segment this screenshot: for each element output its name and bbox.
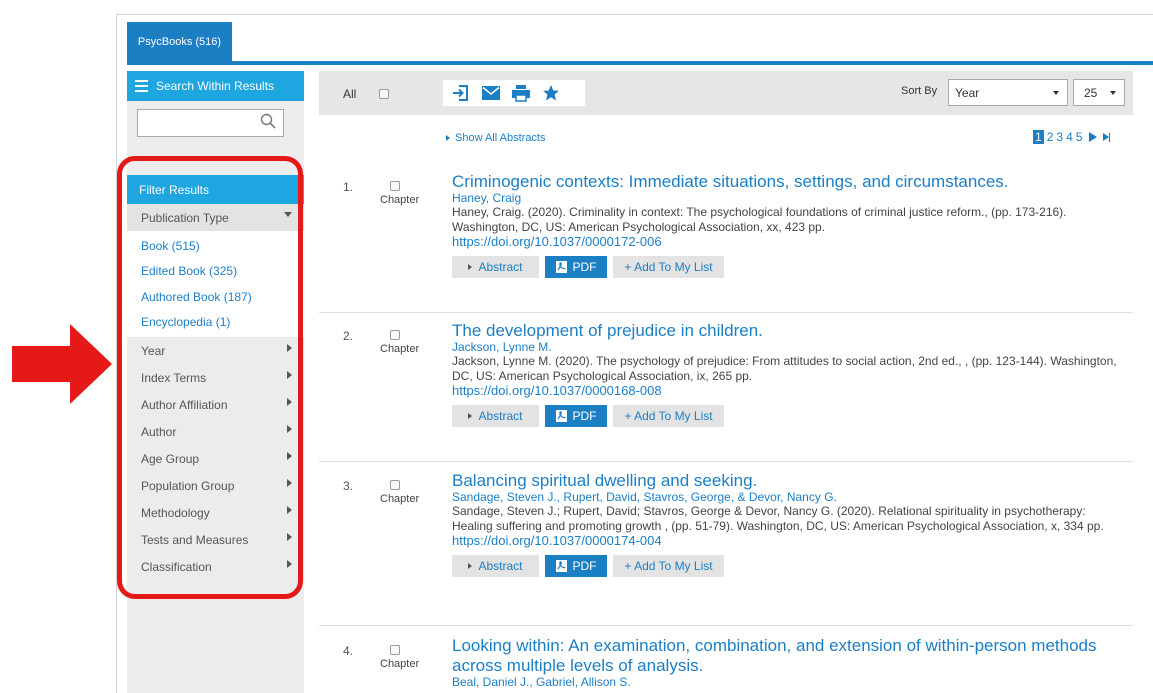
result-item-1: 1. Chapter Criminogenic contexts: Immedi…: [319, 172, 1133, 308]
result-citation: Sandage, Steven J.; Rupert, David; Stavr…: [452, 504, 1104, 533]
abstract-label: Abstract: [478, 260, 523, 274]
abstract-button[interactable]: Abstract: [452, 555, 539, 577]
print-icon[interactable]: [511, 83, 531, 103]
pdf-icon: [555, 560, 567, 572]
result-doi-link[interactable]: https://doi.org/10.1037/0000168-008: [452, 384, 1122, 398]
result-checkbox[interactable]: [390, 645, 400, 655]
tab-underline: [127, 61, 1153, 65]
page-1[interactable]: 1: [1033, 130, 1044, 144]
page-5[interactable]: 5: [1076, 130, 1083, 144]
result-type: Chapter: [380, 194, 420, 206]
result-citation: Haney, Craig. (2020). Criminality in con…: [452, 205, 1067, 234]
result-item-2: 2. Chapter The development of prejudice …: [319, 321, 1133, 457]
result-body: Balancing spiritual dwelling and seeking…: [452, 471, 1122, 577]
result-item-4: 4. Chapter Looking within: An examinatio…: [319, 636, 1133, 693]
result-separator: [319, 625, 1133, 626]
select-all-label: All: [343, 87, 357, 101]
pdf-label: PDF: [572, 409, 597, 423]
results-per-page-select[interactable]: 25: [1073, 79, 1125, 106]
search-icon[interactable]: [260, 113, 276, 134]
caret-right-icon: [468, 563, 473, 569]
caret-right-icon: [468, 264, 473, 270]
result-actions: Abstract PDF + Add To My List: [452, 405, 1122, 427]
page-4[interactable]: 4: [1066, 130, 1073, 144]
result-doi-link[interactable]: https://doi.org/10.1037/0000174-004: [452, 534, 1122, 548]
show-all-abstracts-label: Show All Abstracts: [455, 132, 546, 144]
tab-psycbooks[interactable]: PsycBooks (516): [127, 22, 232, 62]
abstract-button[interactable]: Abstract: [452, 405, 539, 427]
add-to-my-list-button[interactable]: + Add To My List: [613, 405, 724, 427]
result-authors[interactable]: Haney, Craig: [452, 192, 1122, 205]
result-authors[interactable]: Sandage, Steven J., Rupert, David, Stavr…: [452, 491, 1122, 504]
search-within-box: [137, 109, 284, 137]
result-separator: [319, 461, 1133, 462]
hamburger-icon: [135, 80, 148, 92]
result-number: 2.: [343, 329, 354, 343]
add-to-my-list-button[interactable]: + Add To My List: [613, 256, 724, 278]
chevron-down-icon: [1053, 91, 1059, 95]
result-actions: Abstract PDF + Add To My List: [452, 555, 1122, 577]
result-title-link[interactable]: Balancing spiritual dwelling and seeking…: [452, 471, 1122, 491]
sort-by-label: Sort By: [901, 85, 938, 97]
email-icon[interactable]: [481, 83, 501, 103]
tool-icons-group: [443, 80, 585, 106]
results-toolbar: All Sort By Year 25: [319, 71, 1133, 115]
per-page-value: 25: [1084, 85, 1098, 100]
page-3[interactable]: 3: [1056, 130, 1063, 144]
search-within-input[interactable]: [138, 110, 264, 134]
result-checkbox[interactable]: [390, 181, 400, 191]
pdf-label: PDF: [572, 559, 597, 573]
caret-right-icon: [468, 413, 473, 419]
result-body: Criminogenic contexts: Immediate situati…: [452, 172, 1122, 278]
last-page-icon[interactable]: [1103, 132, 1111, 142]
pdf-icon: [555, 261, 567, 273]
next-page-icon[interactable]: [1089, 132, 1098, 142]
result-authors[interactable]: Jackson, Lynne M.: [452, 341, 1122, 354]
search-within-results-label: Search Within Results: [156, 79, 275, 93]
chevron-down-icon: [1110, 91, 1116, 95]
result-body: The development of prejudice in children…: [452, 321, 1122, 427]
frame-border-top: [116, 14, 1153, 15]
result-actions: Abstract PDF + Add To My List: [452, 256, 1122, 278]
result-doi-link[interactable]: https://doi.org/10.1037/0000172-006: [452, 235, 1122, 249]
result-type: Chapter: [380, 343, 420, 355]
result-title-link[interactable]: Looking within: An examination, combinat…: [452, 636, 1122, 676]
page-2[interactable]: 2: [1047, 130, 1054, 144]
pdf-button[interactable]: PDF: [545, 256, 607, 278]
result-number: 4.: [343, 644, 354, 658]
pdf-icon: [555, 410, 567, 422]
result-item-3: 3. Chapter Balancing spiritual dwelling …: [319, 471, 1133, 621]
red-arrow-annotation: [12, 324, 112, 409]
result-checkbox[interactable]: [390, 480, 400, 490]
export-icon[interactable]: [451, 83, 471, 103]
sort-by-value: Year: [955, 85, 980, 100]
caret-right-icon: [446, 135, 450, 141]
result-title-link[interactable]: The development of prejudice in children…: [452, 321, 1122, 341]
result-title-link[interactable]: Criminogenic contexts: Immediate situati…: [452, 172, 1122, 192]
sort-by-select[interactable]: Year: [948, 79, 1068, 106]
result-authors[interactable]: Beal, Daniel J., Gabriel, Allison S.: [452, 676, 1122, 689]
abstract-button[interactable]: Abstract: [452, 256, 539, 278]
result-number: 1.: [343, 180, 354, 194]
result-type: Chapter: [380, 493, 420, 505]
result-number: 3.: [343, 479, 354, 493]
add-to-my-list-button[interactable]: + Add To My List: [613, 555, 724, 577]
pdf-button[interactable]: PDF: [545, 555, 607, 577]
filter-highlight-outline: [117, 156, 303, 599]
result-checkbox[interactable]: [390, 330, 400, 340]
result-type: Chapter: [380, 658, 420, 670]
result-citation: Jackson, Lynne M. (2020). The psychology…: [452, 354, 1117, 383]
pagination: 1 2 3 4 5: [1033, 130, 1111, 144]
pdf-button[interactable]: PDF: [545, 405, 607, 427]
abstract-label: Abstract: [478, 409, 523, 423]
result-body: Looking within: An examination, combinat…: [452, 636, 1122, 689]
star-icon[interactable]: [541, 83, 561, 103]
result-separator: [319, 312, 1133, 313]
search-within-results-header[interactable]: Search Within Results: [127, 71, 304, 101]
pdf-label: PDF: [572, 260, 597, 274]
show-all-abstracts-link[interactable]: Show All Abstracts: [446, 132, 546, 144]
select-all-checkbox[interactable]: [379, 89, 389, 99]
abstract-label: Abstract: [478, 559, 523, 573]
